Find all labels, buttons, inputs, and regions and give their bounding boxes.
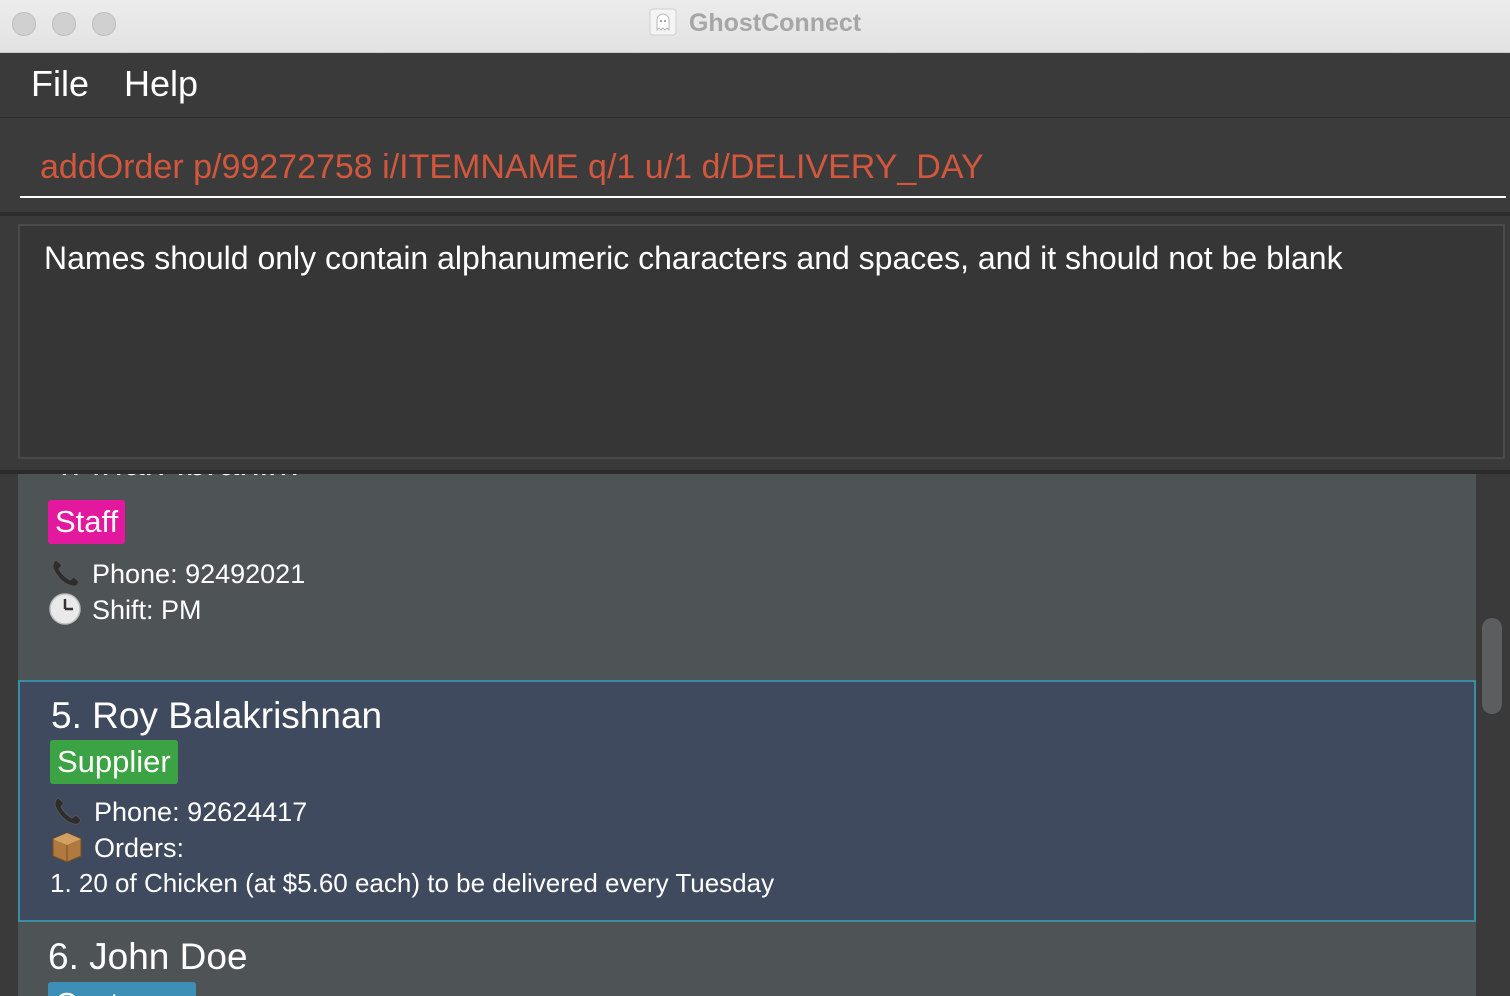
contact-card[interactable]: 6. John Doe Customer [18,922,1476,996]
contact-orders: Orders: [50,830,184,864]
contact-card-selected[interactable]: 5. Roy Balakrishnan Supplier Phone: 9262… [18,680,1476,922]
package-icon [52,832,82,863]
contact-phone-text: Phone: 92624417 [94,797,308,827]
phone-icon [52,559,80,587]
contact-name: 4. Irfan Ibrahim [50,474,299,484]
contact-phone: Phone: 92624417 [50,794,307,828]
command-box [0,118,1510,212]
contact-phone-text: Phone: 92492021 [92,559,306,589]
title-bar: GhostConnect [0,0,1510,53]
contact-shift-text: Shift: PM [92,595,202,625]
tag-supplier: Supplier [50,740,178,784]
command-input[interactable] [20,138,1506,198]
window-title-text: GhostConnect [688,9,862,37]
window-title: GhostConnect [0,8,1510,38]
result-message: Names should only contain alphanumeric c… [44,240,1343,276]
scrollbar-thumb[interactable] [1482,618,1502,714]
contact-shift: Shift: PM [48,592,202,626]
menu-bar: File Help [0,53,1510,118]
phone-icon [54,797,82,825]
order-item: 1. 20 of Chicken (at $5.60 each) to be d… [50,868,775,898]
contact-list[interactable]: 4. Irfan Ibrahim Staff Phone: 92492021 S… [0,474,1510,996]
result-display: Names should only contain alphanumeric c… [0,216,1510,470]
result-box[interactable]: Names should only contain alphanumeric c… [18,224,1505,459]
clock-icon [49,593,81,625]
orders-label: Orders: [94,833,185,863]
menu-help[interactable]: Help [124,63,198,105]
contact-name: 5. Roy Balakrishnan [51,695,383,736]
tag-customer: Customer [48,982,197,996]
tag-staff: Staff [48,500,126,544]
contact-card[interactable]: 4. Irfan Ibrahim Staff Phone: 92492021 S… [18,474,1476,680]
ghost-icon [649,8,677,36]
menu-file[interactable]: File [31,63,89,105]
contact-phone: Phone: 92492021 [48,556,305,590]
contact-name: 6. John Doe [48,936,248,977]
